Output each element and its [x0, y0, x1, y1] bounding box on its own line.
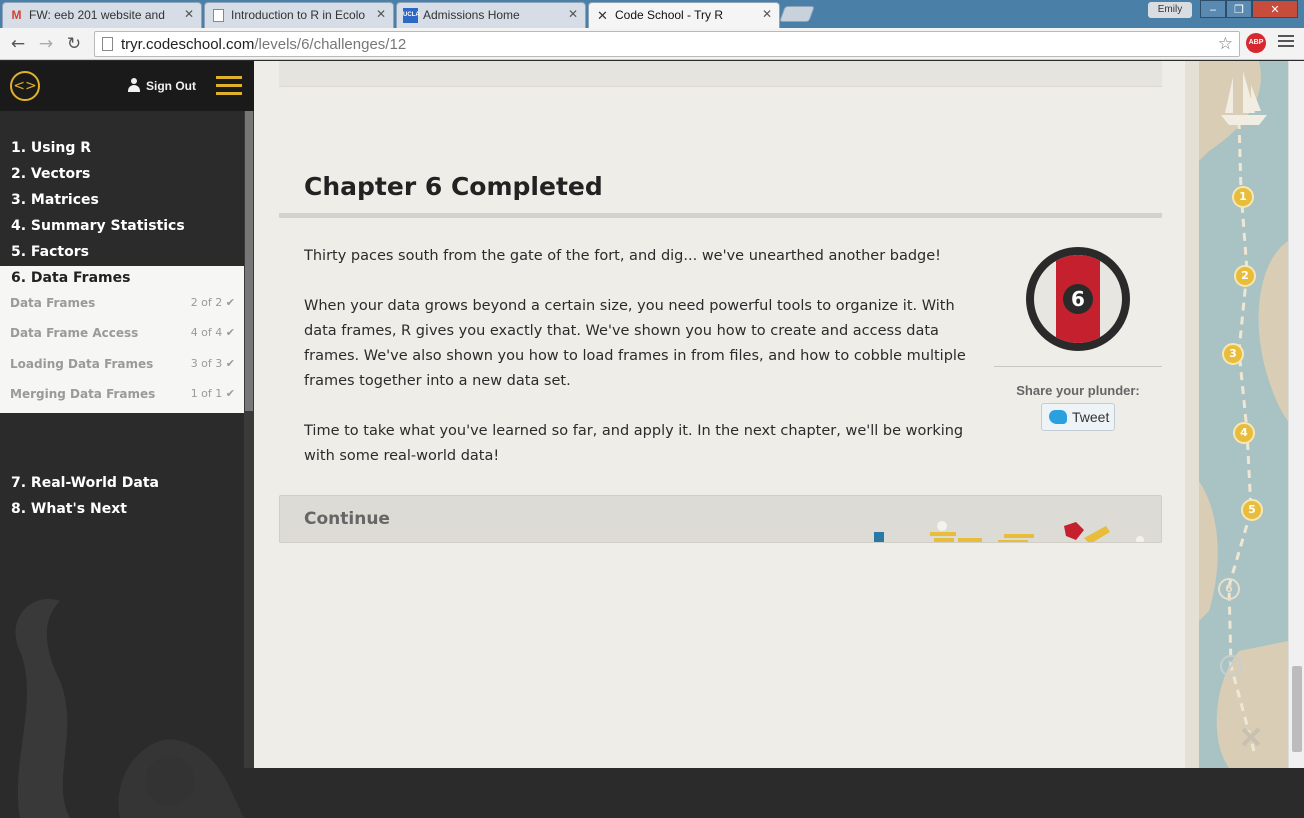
map-node-6: 6 [1218, 578, 1240, 600]
sign-out-label: Sign Out [146, 79, 196, 93]
map-node-4[interactable]: 4 [1233, 422, 1255, 444]
reload-icon[interactable]: ↻ [64, 34, 84, 54]
challenge-item[interactable]: Data Frame Access 4 of 4 ✔ [10, 326, 235, 340]
share-label: Share your plunder: [1016, 383, 1140, 398]
page-icon [102, 37, 113, 51]
map-node-1[interactable]: 1 [1232, 186, 1254, 208]
twitter-bird-icon [1049, 410, 1067, 424]
page-title: Chapter 6 Completed [304, 172, 603, 201]
chapter-list: 1. Using R 2. Vectors 3. Matrices 4. Sum… [0, 111, 244, 818]
course-sidebar: <> Sign Out 1. Using R 2. Vectors 3. Mat… [0, 61, 254, 818]
ucla-icon: UCLA [403, 8, 420, 23]
map-node-7: 7 [1220, 655, 1242, 677]
tab-label: FW: eeb 201 website and [29, 8, 165, 22]
challenge-label: Merging Data Frames [10, 387, 156, 401]
challenge-label: Data Frames [10, 296, 96, 310]
profile-badge[interactable]: Emily [1148, 2, 1192, 18]
close-icon[interactable]: ✕ [568, 7, 578, 21]
active-chapter-block: 6. Data Frames Data Frames 2 of 2 ✔ Data… [0, 266, 254, 413]
challenge-label: Data Frame Access [10, 326, 139, 340]
chapter-8[interactable]: 8. What's Next [11, 501, 127, 517]
tab-admissions[interactable]: UCLA Admissions Home ✕ [396, 2, 586, 28]
sign-out-link[interactable]: Sign Out [127, 78, 196, 93]
badge-number: 6 [1063, 284, 1093, 314]
main-content: Chapter 6 Completed Thirty paces south f… [254, 61, 1199, 768]
close-icon[interactable]: ✕ [376, 7, 386, 21]
badge-divider [994, 366, 1162, 367]
forward-arrow-icon[interactable]: → [36, 34, 56, 54]
checkmark-icon: ✔ [225, 387, 235, 400]
chapter-4[interactable]: 4. Summary Statistics [11, 218, 185, 234]
map-node-5[interactable]: 5 [1241, 499, 1263, 521]
maximize-icon[interactable]: ❐ [1226, 0, 1252, 18]
tab-label: Code School - Try R [615, 8, 724, 22]
tweet-label: Tweet [1072, 409, 1110, 425]
page-scrollbar[interactable] [1288, 61, 1304, 768]
tab-codeschool[interactable]: ✕ Code School - Try R ✕ [588, 2, 780, 28]
challenge-count: 1 of 1 ✔ [190, 387, 235, 400]
next-chapter-paragraph: Time to take what you've learned so far,… [304, 423, 964, 464]
continue-label: Continue [304, 509, 390, 529]
top-strip [279, 61, 1162, 87]
map-node-3[interactable]: 3 [1222, 343, 1244, 365]
chapter-1[interactable]: 1. Using R [11, 140, 91, 156]
gmail-icon: M [11, 8, 22, 22]
map-decoration [1199, 61, 1288, 768]
progress-map: 1 2 3 4 5 6 7 [1199, 61, 1288, 768]
hamburger-menu-icon[interactable] [216, 76, 242, 96]
page-icon [213, 9, 224, 22]
challenge-count: 2 of 2 ✔ [190, 296, 235, 309]
challenge-count: 4 of 4 ✔ [190, 326, 235, 339]
adblock-icon[interactable]: ABP [1246, 33, 1266, 53]
tab-gmail[interactable]: M FW: eeb 201 website and ✕ [2, 2, 202, 28]
bookmark-star-icon[interactable]: ☆ [1218, 34, 1233, 54]
octopus-decoration [15, 599, 244, 818]
checkmark-icon: ✔ [225, 326, 235, 339]
browser-toolbar: ← → ↻ tryr.codeschool.com/levels/6/chall… [0, 28, 1304, 60]
title-divider [279, 213, 1162, 218]
chapter-6[interactable]: 6. Data Frames [11, 270, 130, 286]
tab-label: Admissions Home [423, 8, 520, 22]
map-node-2[interactable]: 2 [1234, 265, 1256, 287]
close-icon[interactable]: ✕ [184, 7, 194, 21]
chapter-2[interactable]: 2. Vectors [11, 166, 90, 182]
window-close-icon[interactable]: ✕ [1252, 0, 1298, 18]
sidebar-header: <> Sign Out [0, 61, 254, 111]
tab-label: Introduction to R in Ecolo [231, 8, 366, 22]
codeschool-logo-icon[interactable]: <> [10, 71, 40, 101]
chapter-5[interactable]: 5. Factors [11, 244, 89, 260]
treasure-pile-icon [874, 521, 1144, 542]
challenge-item[interactable]: Merging Data Frames 1 of 1 ✔ [10, 387, 235, 401]
url-path: /levels/6/challenges/12 [254, 36, 407, 53]
browser-tab-bar: M FW: eeb 201 website and ✕ Introduction… [0, 0, 1304, 28]
challenge-item[interactable]: Loading Data Frames 3 of 3 ✔ [10, 357, 235, 371]
chapter-badge: 6 [1026, 247, 1130, 351]
challenge-count: 3 of 3 ✔ [190, 357, 235, 370]
browser-menu-icon[interactable] [1278, 35, 1294, 51]
checkmark-icon: ✔ [225, 296, 235, 309]
sidebar-scrollbar[interactable] [244, 111, 254, 768]
user-icon [127, 78, 141, 92]
tab-intro-r[interactable]: Introduction to R in Ecolo ✕ [204, 2, 394, 28]
map-edge [1185, 61, 1199, 768]
intro-paragraph: Thirty paces south from the gate of the … [304, 248, 941, 264]
challenge-item[interactable]: Data Frames 2 of 2 ✔ [10, 296, 235, 310]
chapter-3[interactable]: 3. Matrices [11, 192, 99, 208]
url-host: tryr.codeschool.com [121, 36, 255, 53]
address-bar[interactable]: tryr.codeschool.com/levels/6/challenges/… [94, 31, 1240, 57]
challenge-label: Loading Data Frames [10, 357, 154, 371]
continue-button[interactable]: Continue [279, 495, 1162, 543]
chapter-7[interactable]: 7. Real-World Data [11, 475, 159, 491]
checkmark-icon: ✔ [225, 357, 235, 370]
minimize-icon[interactable]: ‒ [1200, 0, 1226, 18]
tweet-button[interactable]: Tweet [1041, 403, 1115, 431]
summary-paragraph: When your data grows beyond a certain si… [304, 298, 966, 389]
close-icon[interactable]: ✕ [762, 7, 772, 21]
codeschool-icon: ✕ [597, 8, 608, 23]
back-arrow-icon[interactable]: ← [8, 34, 28, 54]
new-tab-button[interactable] [779, 6, 815, 22]
